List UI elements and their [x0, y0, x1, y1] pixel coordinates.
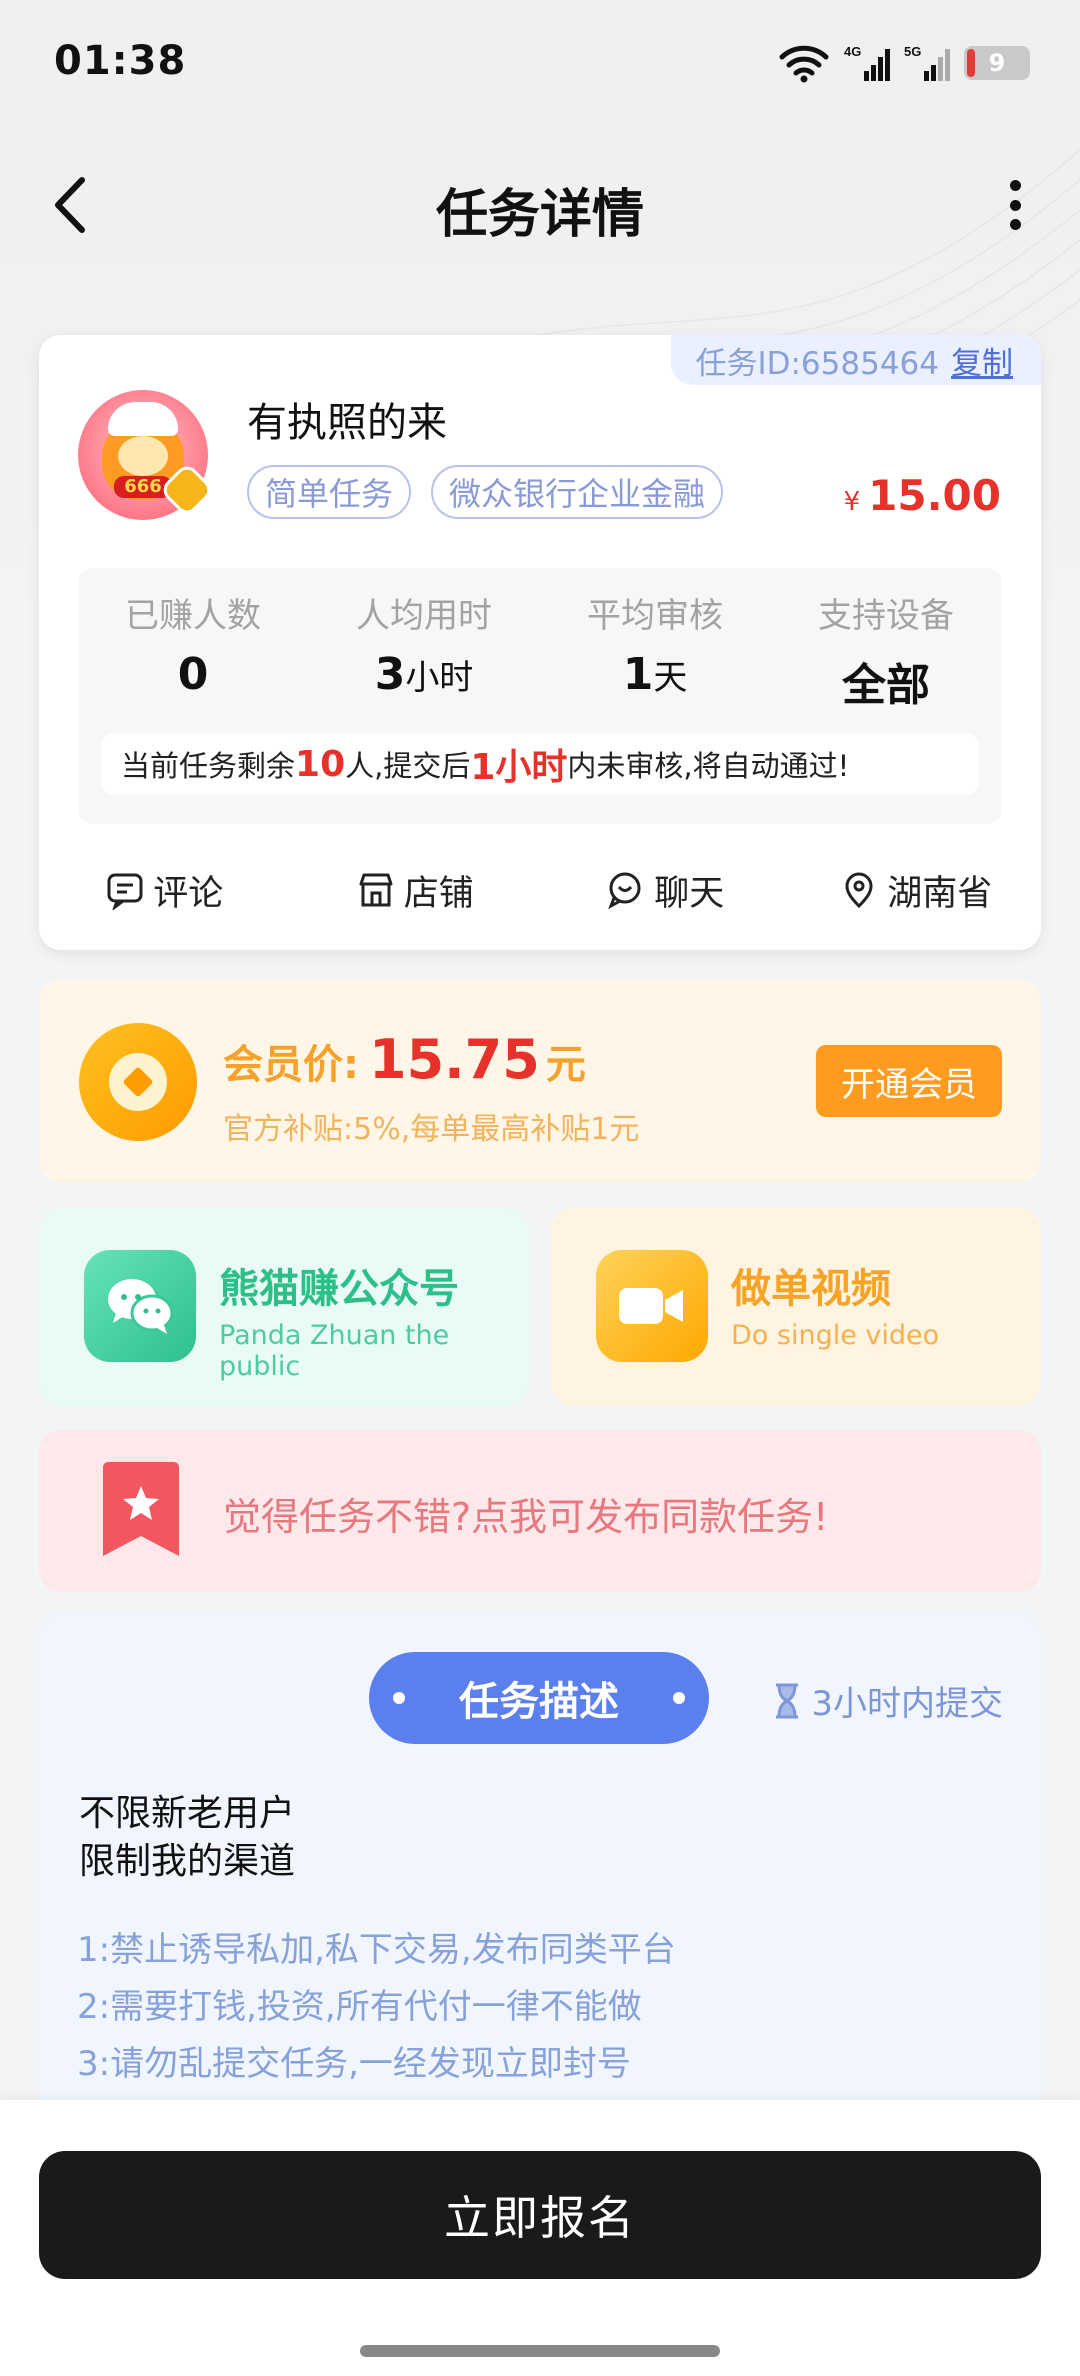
remaining-count: 10: [295, 743, 346, 785]
stats-panel: 已赚人数 0 人均用时 3小时 平均审核 1天 支持设备 全部 当前任务剩余 10…: [78, 568, 1002, 824]
stat-label: 人均用时: [356, 596, 492, 636]
rule-line: 2:需要打钱,投资,所有代付一律不能做: [77, 1987, 642, 2027]
task-id-badge: 任务ID:6585464 复制: [671, 335, 1041, 385]
comment-button[interactable]: 评论: [39, 855, 290, 925]
stat-value: 0: [177, 649, 209, 700]
task-actions: 评论 店铺 聊天 湖南省: [39, 855, 1041, 925]
tag-pill: 微众银行企业金融: [431, 465, 724, 519]
location-button[interactable]: 湖南省: [791, 855, 1042, 925]
video-tutorial-tile[interactable]: 做单视频 Do single video: [551, 1208, 1041, 1406]
top-nav: 任务详情: [0, 150, 1080, 260]
notice-text: 当前任务剩余: [121, 749, 296, 783]
stat-label: 支持设备: [818, 596, 954, 636]
status-time: 01:38: [54, 38, 187, 84]
currency-symbol: ¥: [843, 487, 861, 517]
description-line: 限制我的渠道: [79, 1841, 296, 1882]
status-icons: 4G 5G 9: [778, 40, 1030, 86]
member-subsidy-text: 官方补贴:5%,每单最高补贴1元: [223, 1112, 640, 1147]
bookmark-star-icon: [103, 1462, 179, 1556]
open-membership-button[interactable]: 开通会员: [816, 1045, 1002, 1117]
tile-title: 做单视频: [731, 1266, 891, 1312]
more-menu-icon[interactable]: [990, 175, 1040, 235]
tag-pill: 简单任务: [247, 465, 412, 519]
copy-id-link[interactable]: 复制: [951, 338, 1013, 383]
member-price: 15.75: [369, 1028, 540, 1091]
svg-text:4G: 4G: [844, 44, 861, 59]
svg-text:5G: 5G: [904, 44, 921, 59]
remaining-notice: 当前任务剩余 10 人,提交后 1小时 内未审核,将自动通过!: [101, 733, 979, 795]
shop-button[interactable]: 店铺: [290, 855, 541, 925]
battery-level: 9: [988, 49, 1006, 77]
price-value: 15.00: [868, 471, 1001, 520]
coin-icon: [79, 1023, 197, 1141]
stat-value: 1: [622, 649, 654, 700]
review-time: 1小时: [470, 747, 568, 788]
rule-line: 1:禁止诱导私加,私下交易,发布同类平台: [77, 1930, 676, 1970]
action-label: 聊天: [654, 873, 725, 914]
description-title: 任务描述: [459, 1679, 619, 1725]
wechat-public-tile[interactable]: 熊猫赚公众号 Panda Zhuan the public: [39, 1208, 529, 1406]
description-rules: 1:禁止诱导私加,私下交易,发布同类平台 2:需要打钱,投资,所有代付一律不能做…: [77, 1922, 676, 2093]
comment-icon: [107, 873, 143, 910]
battery-icon: 9: [964, 46, 1030, 80]
description-line: 不限新老用户: [79, 1793, 296, 1834]
stat-value: 3: [374, 649, 406, 700]
description-title-pill: 任务描述: [369, 1652, 709, 1744]
publish-text: 觉得任务不错?点我可发布同款任务!: [223, 1495, 829, 1539]
tile-subtitle: Panda Zhuan the public: [219, 1320, 450, 1382]
notice-text: 内未审核,将自动通过!: [567, 749, 850, 783]
location-pin-icon: [845, 872, 873, 909]
stat-label: 已赚人数: [125, 596, 261, 636]
signal-4g-icon: 4G: [844, 44, 890, 81]
stat-avg-review: 平均审核 1天: [540, 588, 770, 700]
member-unit: 元: [545, 1042, 586, 1088]
task-card: 任务ID:6585464 复制 666 有执照的来 简单任务 微众银行企业金融 …: [39, 335, 1041, 950]
stat-unit: 天: [653, 658, 688, 698]
status-bar: 01:38 4G 5G 9: [0, 0, 1080, 120]
deadline-info: 3小时内提交: [773, 1676, 1003, 1725]
page-title: 任务详情: [435, 185, 644, 245]
member-price-card: 会员价: 15.75 元 官方补贴:5%,每单最高补贴1元 开通会员: [39, 980, 1041, 1182]
signal-5g-icon: 5G: [904, 44, 950, 81]
task-tags: 简单任务 微众银行企业金融: [247, 465, 724, 519]
stat-earned-count: 已赚人数 0: [78, 588, 308, 700]
deadline-text: 3小时内提交: [811, 1684, 1003, 1724]
wechat-icon: [84, 1250, 196, 1362]
task-id-label: 任务ID:6585464: [695, 345, 939, 382]
wifi-icon: [779, 45, 829, 83]
chat-button[interactable]: 聊天: [540, 855, 791, 925]
member-label: 会员价:: [223, 1042, 359, 1088]
chat-icon: [608, 872, 641, 910]
tile-title: 熊猫赚公众号: [219, 1266, 459, 1312]
action-label: 评论: [153, 873, 224, 914]
hourglass-icon: [776, 1683, 799, 1718]
stat-unit: 小时: [405, 658, 474, 698]
stat-avg-time: 人均用时 3小时: [309, 588, 539, 700]
task-name: 有执照的来: [247, 400, 447, 446]
tile-subtitle: Do single video: [731, 1320, 940, 1351]
action-label: 店铺: [403, 873, 474, 914]
notice-text: 人,提交后: [345, 749, 471, 783]
enroll-now-button[interactable]: 立即报名: [39, 2151, 1041, 2279]
video-camera-icon: [596, 1250, 708, 1362]
rule-line: 3:请勿乱提交任务,一经发现立即封号: [77, 2044, 631, 2084]
description-text: 不限新老用户 限制我的渠道: [79, 1790, 295, 1886]
bottom-action-bar: 立即报名: [0, 2100, 1080, 2376]
home-indicator[interactable]: [360, 2345, 720, 2357]
stat-value: 全部: [842, 660, 930, 711]
task-price: ¥15.00: [844, 471, 1001, 520]
stat-devices: 支持设备 全部: [771, 588, 1001, 713]
member-price-line: 会员价: 15.75 元: [223, 1028, 586, 1091]
stat-label: 平均审核: [587, 596, 723, 636]
task-description-card: 任务描述 3小时内提交 不限新老用户 限制我的渠道 1:禁止诱导私加,私下交易,…: [39, 1614, 1041, 2114]
action-label: 湖南省: [887, 873, 993, 914]
publish-same-task-banner[interactable]: 觉得任务不错?点我可发布同款任务!: [39, 1430, 1041, 1592]
shop-icon: [359, 873, 393, 907]
